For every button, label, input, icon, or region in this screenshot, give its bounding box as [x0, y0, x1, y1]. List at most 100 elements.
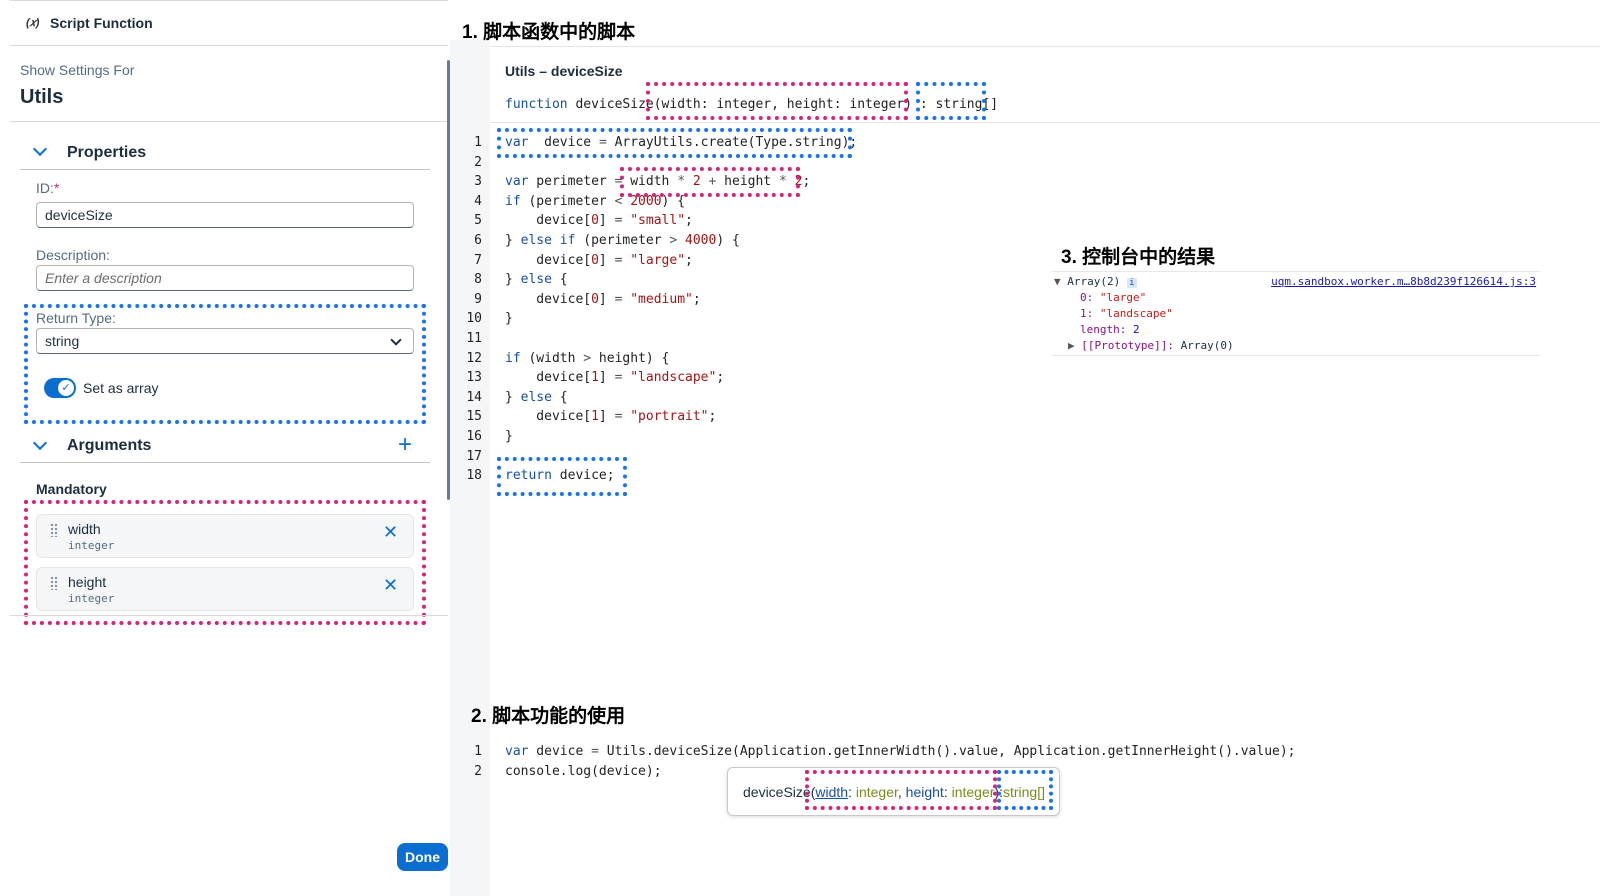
- code-token: else: [520, 389, 552, 405]
- code-token: "portrait": [630, 409, 709, 425]
- code-token: var: [505, 174, 529, 190]
- code-token: ;: [708, 409, 717, 425]
- set-as-array-toggle[interactable]: ✓: [44, 378, 76, 398]
- code-token: if: [505, 350, 521, 366]
- id-input[interactable]: deviceSize: [36, 202, 414, 228]
- argument-type: integer: [68, 592, 115, 605]
- line-number: 1: [474, 744, 482, 759]
- show-settings-label: Show Settings For: [20, 62, 135, 78]
- code-token: console.log(device);: [505, 763, 662, 779]
- return-type-label: Return Type:: [36, 310, 116, 326]
- properties-section-header[interactable]: Properties: [20, 138, 430, 168]
- code-token: =: [591, 744, 599, 759]
- set-as-array-label: Set as array: [83, 380, 159, 396]
- code-token: ]: [598, 409, 615, 425]
- argument-card[interactable]: width integer ✕: [36, 514, 414, 558]
- code-token: ]: [598, 213, 615, 229]
- code-token: {: [551, 272, 568, 288]
- return-type-select[interactable]: string: [36, 328, 414, 354]
- code-token: }: [505, 428, 513, 444]
- argument-card[interactable]: height integer ✕: [36, 567, 414, 611]
- line-number: 10: [466, 311, 482, 327]
- return-highlight: [497, 457, 627, 496]
- function-icon: (𝑥): [26, 17, 40, 29]
- code-token: device[: [505, 252, 592, 268]
- line-number: 7: [474, 252, 482, 268]
- code-token: 0: [591, 213, 599, 229]
- add-argument-button[interactable]: +: [398, 432, 412, 458]
- remove-argument-icon[interactable]: ✕: [383, 576, 398, 594]
- code-line: } else {: [505, 388, 857, 408]
- params-highlight: [646, 82, 908, 120]
- header-divider: [10, 45, 448, 46]
- drag-handle-icon[interactable]: [50, 576, 58, 590]
- code-token: "medium": [630, 291, 693, 307]
- code-token: perimeter: [528, 174, 615, 190]
- description-label: Description:: [36, 247, 110, 263]
- code-token: }: [505, 311, 513, 327]
- mandatory-label: Mandatory: [36, 481, 107, 497]
- code-line: if (width > height) {: [505, 349, 857, 369]
- code-line: } else {: [505, 270, 857, 290]
- console-source-link[interactable]: uqm.sandbox.worker.m…8b8d239f126614.js:3: [1271, 274, 1536, 290]
- panel-bottom-divider: [10, 615, 448, 616]
- code-token: var: [505, 744, 529, 759]
- line-number: 1: [474, 135, 482, 150]
- line-number: 5: [474, 213, 482, 229]
- info-badge-icon: i: [1126, 278, 1137, 288]
- id-input-value: deviceSize: [45, 207, 113, 223]
- code-token: }: [505, 232, 521, 248]
- done-button[interactable]: Done: [397, 843, 448, 871]
- chevron-down-icon: [390, 334, 402, 346]
- console-bottom-divider: [1052, 355, 1540, 356]
- chevron-down-icon: [32, 435, 48, 451]
- heading-script-in-function: 1. 脚本函数中的脚本: [462, 22, 636, 43]
- code-token: "small": [630, 213, 686, 229]
- code-line: device[1] = "portrait";: [505, 407, 857, 427]
- console-item: 1: "landscape": [1080, 307, 1173, 320]
- code-line: } else if (perimeter > 4000) {: [505, 231, 857, 251]
- expand-triangle-icon[interactable]: ▼: [1054, 275, 1061, 288]
- code-token: }: [505, 272, 521, 288]
- line-number: 3: [474, 174, 482, 190]
- line-number: 16: [466, 428, 482, 444]
- expand-triangle-icon[interactable]: ▶: [1068, 339, 1075, 352]
- object-name: Utils: [20, 86, 64, 108]
- checkmark-icon: ✓: [58, 380, 74, 396]
- code-token: device: [528, 744, 592, 759]
- code-token: "large": [630, 252, 686, 268]
- console-array-row[interactable]: ▼ Array(2) i uqm.sandbox.worker.m…8b8d23…: [1054, 274, 1540, 290]
- console-top-divider: [1052, 271, 1540, 272]
- object-divider: [10, 121, 448, 122]
- code-token: ]: [598, 252, 615, 268]
- code-token: else: [520, 272, 552, 288]
- code-token: ]: [598, 370, 615, 386]
- description-input[interactable]: Enter a description: [36, 265, 414, 291]
- properties-title: Properties: [67, 144, 147, 161]
- signature-keyword: function: [505, 97, 568, 112]
- code-line: device[0] = "large";: [505, 251, 857, 271]
- arguments-section-header[interactable]: Arguments: [20, 432, 430, 462]
- code-token: device[: [505, 409, 592, 425]
- code-token: 0: [591, 252, 599, 268]
- code-token: ;: [685, 213, 693, 229]
- code-token: {: [551, 389, 568, 405]
- tooltip-params-highlight: [805, 770, 997, 810]
- line-number: 6: [474, 232, 482, 248]
- line-number: 9: [474, 291, 482, 307]
- line-number: 4: [474, 193, 482, 209]
- console-output: ▼ Array(2) i uqm.sandbox.worker.m…8b8d23…: [1054, 274, 1540, 354]
- argument-name: width: [68, 521, 101, 537]
- params-usage-highlight: [620, 167, 800, 197]
- code-token: height) {: [591, 350, 670, 366]
- console-item: 0: "large": [1080, 291, 1147, 304]
- return-type-value: string: [45, 333, 80, 349]
- script-function-panel: (𝑥) Script Function Show Settings For Ut…: [0, 0, 448, 896]
- console-prototype[interactable]: ▶ [[Prototype]]: Array(0): [1054, 338, 1540, 354]
- console-array-label: Array(2): [1067, 275, 1121, 288]
- remove-argument-icon[interactable]: ✕: [383, 523, 398, 541]
- argument-name: height: [68, 574, 107, 590]
- code-token: (width: [520, 350, 584, 366]
- code-token: (perimeter: [575, 232, 670, 248]
- drag-handle-icon[interactable]: [50, 523, 58, 537]
